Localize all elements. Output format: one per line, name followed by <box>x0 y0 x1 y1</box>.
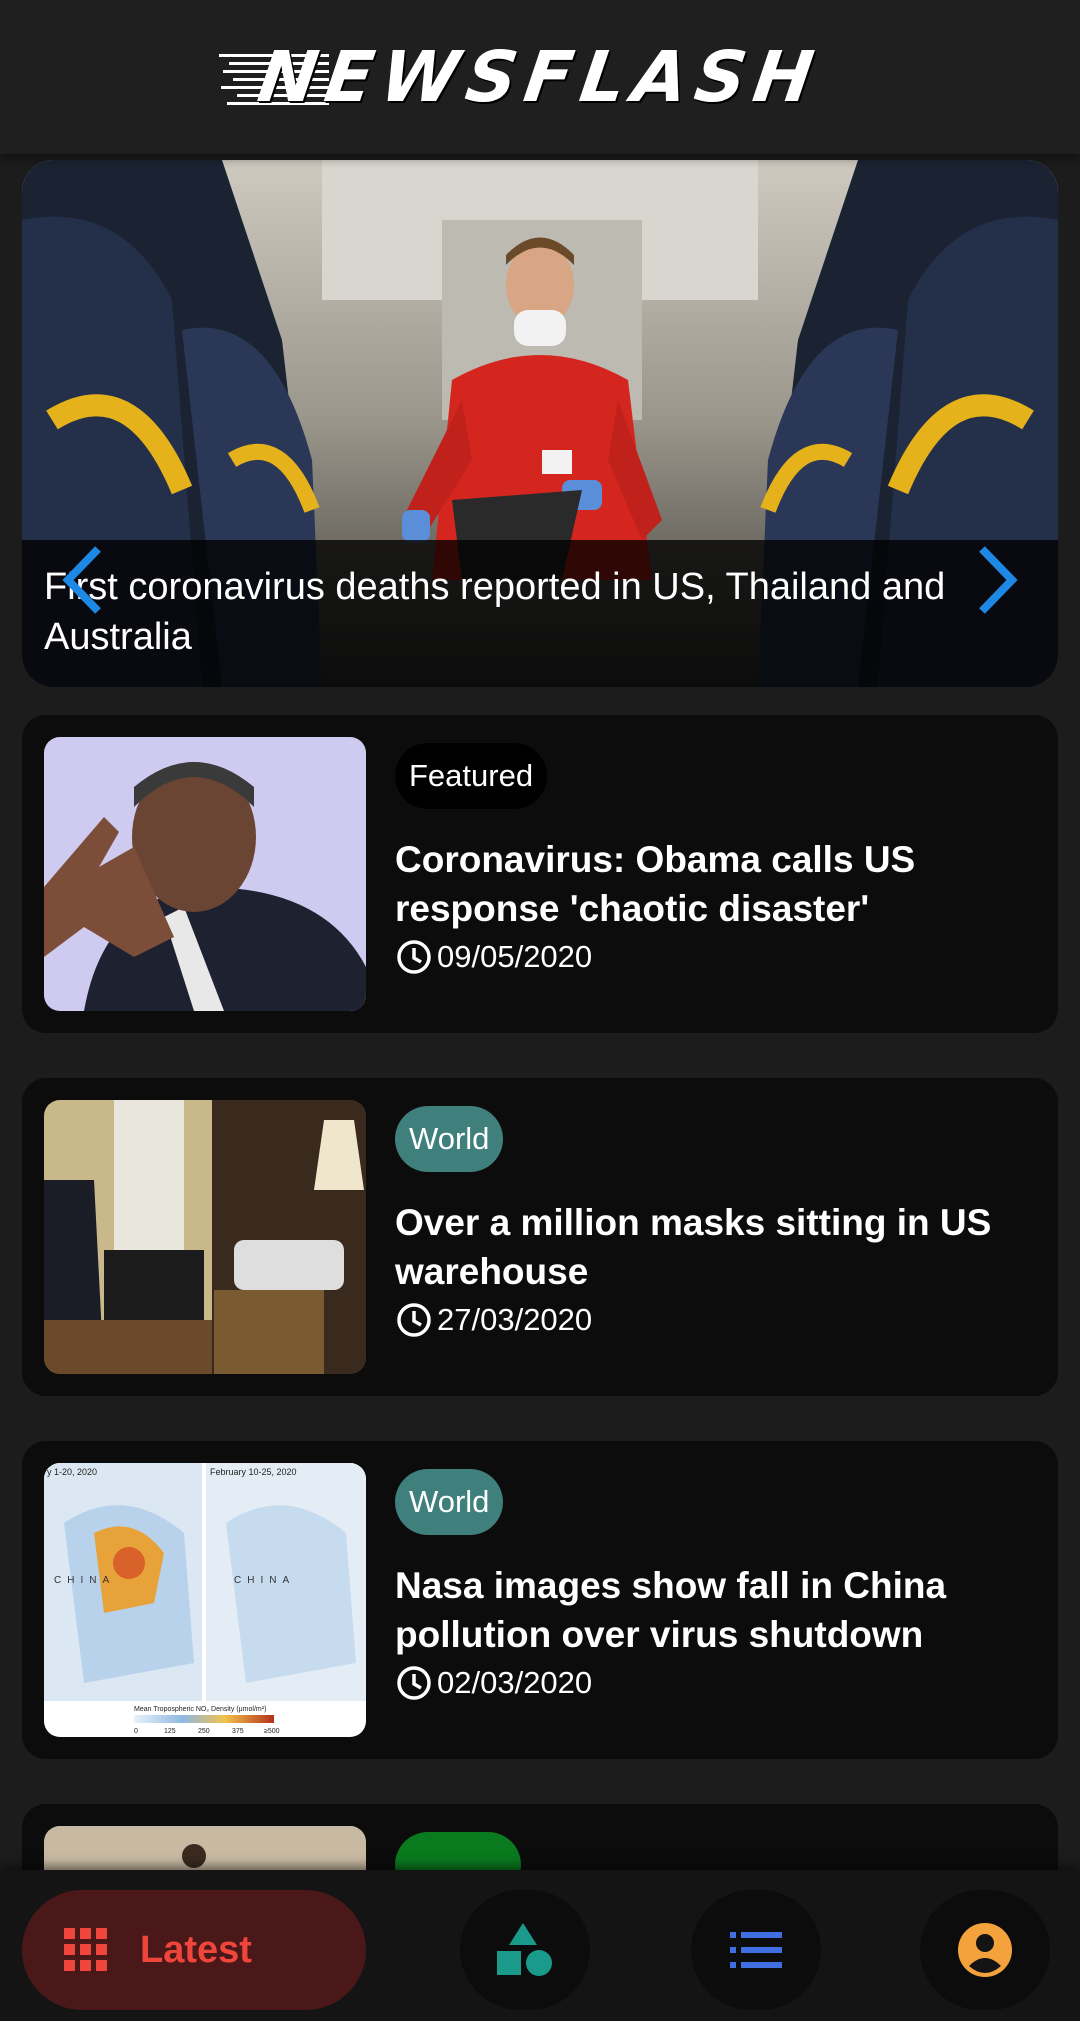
carousel-next-button[interactable] <box>968 540 1028 620</box>
article-date-text: 09/05/2020 <box>437 939 593 974</box>
map-legend-tick: 125 <box>164 1728 176 1735</box>
article-date-text: 02/03/2020 <box>437 1665 593 1700</box>
news-card[interactable]: Featured Coronavirus: Obama calls US res… <box>22 715 1058 1033</box>
obama-photo <box>44 737 366 1011</box>
shapes-icon <box>497 1923 552 1976</box>
category-badge[interactable]: World <box>395 1106 504 1172</box>
article-date-text: 27/03/2020 <box>437 1302 593 1337</box>
hero-carousel[interactable]: First coronavirus deaths reported in US,… <box>22 160 1058 687</box>
map-legend-tick: 0 <box>134 1728 138 1735</box>
clock-icon <box>397 1666 431 1700</box>
article-title[interactable]: Over a million masks sitting in US wareh… <box>395 1198 1035 1296</box>
list-icon <box>730 1932 782 1968</box>
app-title: NEWSFLASH <box>253 36 827 118</box>
map-legend-tick: ≥500 <box>264 1728 280 1735</box>
app-header: NEWSFLASH <box>0 0 1080 154</box>
map-left-country-label: CHINA <box>54 1575 115 1586</box>
article-thumbnail: y 1-20, 2020 February 10-25, 2020 CHINA … <box>44 1463 366 1737</box>
carousel-prev-button[interactable] <box>52 540 112 620</box>
article-date: 27/03/2020 <box>395 1300 592 1340</box>
grid-icon <box>64 1928 107 1971</box>
chevron-right-icon <box>979 546 1018 614</box>
article-title[interactable]: Coronavirus: Obama calls US response 'ch… <box>395 835 1035 933</box>
bottom-navigation: Latest <box>0 1870 1080 2021</box>
news-card[interactable]: y 1-20, 2020 February 10-25, 2020 CHINA … <box>22 1441 1058 1759</box>
map-legend-tick: 250 <box>198 1728 210 1735</box>
pollution-map-image: y 1-20, 2020 February 10-25, 2020 CHINA … <box>44 1463 366 1737</box>
map-right-country-label: CHINA <box>234 1575 295 1586</box>
article-date: 09/05/2020 <box>395 937 592 977</box>
app-root: NEWSFLASH First coronavirus deaths repor… <box>0 0 1080 2021</box>
nav-categories-button[interactable] <box>460 1890 590 2010</box>
chevron-left-icon <box>62 546 101 614</box>
hero-headline[interactable]: First coronavirus deaths reported in US,… <box>22 540 1058 687</box>
map-right-date: February 10-25, 2020 <box>210 1467 297 1477</box>
article-title[interactable]: Nasa images show fall in China pollution… <box>395 1561 1035 1659</box>
article-thumbnail <box>44 1100 366 1374</box>
app-logo: NEWSFLASH <box>219 36 827 118</box>
category-badge[interactable]: Featured <box>395 743 548 809</box>
article-thumbnail <box>44 737 366 1011</box>
clock-icon <box>397 940 431 974</box>
nav-latest-button[interactable]: Latest <box>22 1890 366 2010</box>
map-legend-tick: 375 <box>232 1728 244 1735</box>
news-card[interactable]: World Over a million masks sitting in US… <box>22 1078 1058 1396</box>
map-legend-title: Mean Tropospheric NO₂ Density (μmol/m²) <box>134 1706 266 1713</box>
category-badge[interactable]: World <box>395 1469 504 1535</box>
article-date: 02/03/2020 <box>395 1663 592 1703</box>
nav-latest-label: Latest <box>140 1928 252 1971</box>
warehouse-photo <box>44 1100 366 1374</box>
account-icon <box>958 1923 1012 1977</box>
nav-list-button[interactable] <box>691 1890 821 2010</box>
map-left-date: y 1-20, 2020 <box>47 1467 97 1477</box>
nav-profile-button[interactable] <box>920 1890 1050 2010</box>
clock-icon <box>397 1303 431 1337</box>
